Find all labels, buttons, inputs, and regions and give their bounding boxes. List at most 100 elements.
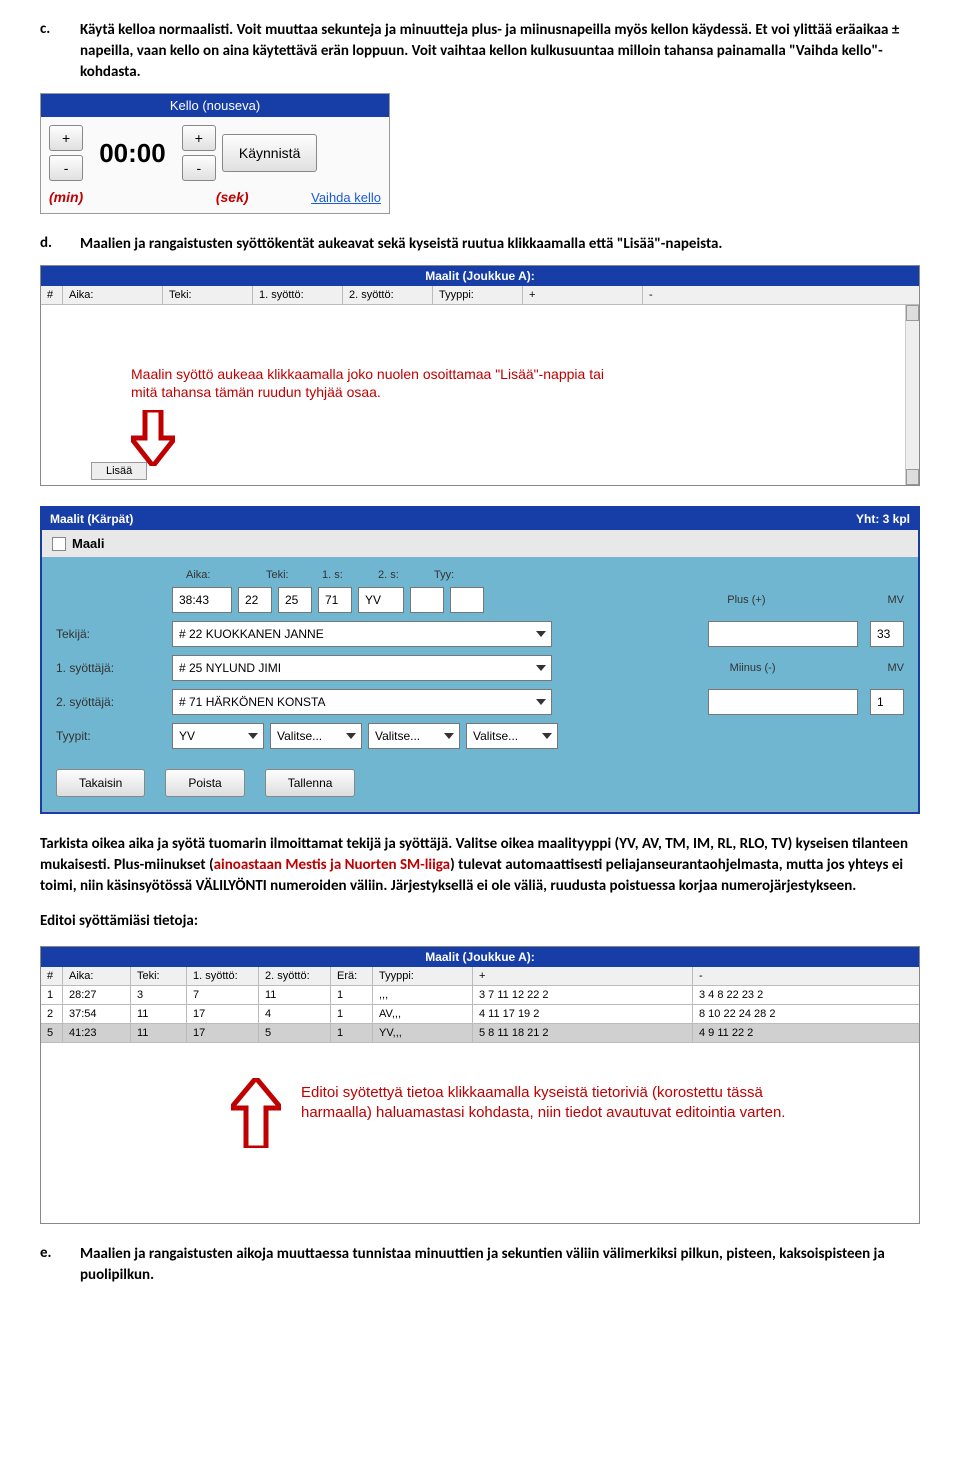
cell: ,,, [373, 986, 473, 1004]
right-block: Miinus (-) MV [730, 662, 904, 674]
min-plus-button[interactable]: + [49, 125, 83, 151]
mv-label: MV [888, 594, 905, 606]
cell: 5 [259, 1024, 331, 1042]
subwindow-header: Maali [42, 530, 918, 557]
tekija-select[interactable]: # 22 KUOKKANEN JANNE [172, 621, 552, 647]
mv2-input[interactable] [870, 689, 904, 715]
subwindow-title: Maali [72, 536, 105, 551]
col-2syotto: 2. syöttö: [343, 286, 433, 304]
form-row-tyypit: Tyypit: YV Valitse... Valitse... Valitse… [56, 723, 904, 749]
table-row[interactable]: 1 28:27 3 7 11 1 ,,, 3 7 11 12 22 2 3 4 … [41, 986, 919, 1005]
table-header-row: # Aika: Teki: 1. syöttö: 2. syöttö: Erä:… [41, 967, 919, 986]
col-aika: Aika: [63, 286, 163, 304]
start-button[interactable]: Käynnistä [222, 134, 317, 172]
cell: 3 7 11 12 22 2 [473, 986, 693, 1004]
s2-select[interactable]: # 71 HÄRKÖNEN KONSTA [172, 689, 552, 715]
head-1s: 1. s: [322, 569, 358, 581]
cell: 4 [259, 1005, 331, 1023]
s1-select[interactable]: # 25 NYLUND JIMI [172, 655, 552, 681]
tyy1-value: YV [179, 729, 195, 743]
vaihda-kello-link[interactable]: Vaihda kello [311, 190, 381, 205]
maali-form: Aika: Teki: 1. s: 2. s: Tyy: Plus (+) MV [42, 557, 918, 769]
sec-minus-button[interactable]: - [182, 155, 216, 181]
list-text: Maalien ja rangaistusten syöttökentät au… [80, 234, 920, 255]
editoi-heading: Editoi syöttämiäsi tietoja: [40, 911, 920, 932]
tyy4-value: Valitse... [473, 729, 518, 743]
plus-label: Plus (+) [727, 594, 765, 606]
time-display: 00:00 [89, 138, 176, 169]
cell: 5 8 11 18 21 2 [473, 1024, 693, 1042]
sec-plus-button[interactable]: + [182, 125, 216, 151]
col-era: Erä: [331, 967, 373, 985]
table-body-area: Editoi syötettyä tietoa klikkaamalla kys… [41, 1043, 919, 1223]
aika-input[interactable] [172, 587, 232, 613]
panel-title: Maalit (Joukkue A): [41, 947, 919, 967]
tyy1-select[interactable]: YV [172, 723, 264, 749]
teki-input[interactable] [238, 587, 272, 613]
col-1syotto: 1. syöttö: [253, 286, 343, 304]
tyy3-select[interactable]: Valitse... [368, 723, 460, 749]
blank1-input[interactable] [410, 587, 444, 613]
panel-title: Maalit (Joukkue A): [41, 266, 919, 286]
minus-input[interactable] [708, 689, 858, 715]
poista-button[interactable]: Poista [165, 769, 244, 797]
form-row-s1: 1. syöttäjä: # 25 NYLUND JIMI Miinus (-)… [56, 655, 904, 681]
tyy4-select[interactable]: Valitse... [466, 723, 558, 749]
col-plus: + [523, 286, 643, 304]
right-block [708, 689, 904, 715]
head-teki: Teki: [266, 569, 302, 581]
min-label: (min) [49, 189, 83, 205]
cell: 11 [259, 986, 331, 1004]
table-body-empty[interactable]: Maalin syöttö aukeaa klikkaamalla joko n… [41, 305, 919, 485]
right-block: Plus (+) MV [727, 594, 904, 606]
takaisin-button[interactable]: Takaisin [56, 769, 145, 797]
table-row-selected[interactable]: 5 41:23 11 17 5 1 YV,,, 5 8 11 18 21 2 4… [41, 1024, 919, 1043]
list-marker: d. [40, 234, 80, 255]
tyy-input[interactable] [358, 587, 404, 613]
kello-title: Kello (nouseva) [41, 94, 389, 117]
s1-input[interactable] [278, 587, 312, 613]
head-aika: Aika: [186, 569, 246, 581]
lisaa-button[interactable]: Lisää [91, 462, 147, 480]
min-minus-button[interactable]: - [49, 155, 83, 181]
hint-line2: mitä tahansa tämän ruudun tyhjää osaa. [131, 384, 381, 400]
sek-label: (sek) [216, 189, 249, 205]
kello-widget: Kello (nouseva) + - 00:00 + - Käynnistä … [40, 93, 390, 214]
minute-buttons: + - [49, 125, 83, 181]
cell: 5 [41, 1024, 63, 1042]
col-2syotto: 2. syöttö: [259, 967, 331, 985]
plus-input[interactable] [708, 621, 858, 647]
form-row-s2: 2. syöttäjä: # 71 HÄRKÖNEN KONSTA [56, 689, 904, 715]
cell: 8 10 22 24 28 2 [693, 1005, 919, 1023]
cell: 3 [131, 986, 187, 1004]
text-prefix: Maalien ja rangaistusten [80, 235, 236, 253]
cell: 1 [331, 986, 373, 1004]
scrollbar[interactable] [905, 305, 919, 485]
kello-footer: (min) (sek) Vaihda kello [41, 189, 389, 213]
editor-subpanel: Maali Aika: Teki: 1. s: 2. s: Tyy: Plu [42, 530, 918, 812]
tyy2-value: Valitse... [277, 729, 322, 743]
s1-value: # 25 NYLUND JIMI [179, 661, 281, 675]
s2-input[interactable] [318, 587, 352, 613]
mv-label-2: MV [888, 662, 905, 674]
col-tyyppi: Tyyppi: [433, 286, 523, 304]
tallenna-button[interactable]: Tallenna [265, 769, 356, 797]
tyy2-select[interactable]: Valitse... [270, 723, 362, 749]
col-num: # [41, 967, 63, 985]
col-teki: Teki: [163, 286, 253, 304]
doc-item-d: d. Maalien ja rangaistusten syöttökentät… [40, 234, 920, 255]
tekija-label: Tekijä: [56, 627, 166, 641]
blank2-input[interactable] [450, 587, 484, 613]
col-minus: - [643, 286, 919, 304]
hint-line1: Maalin syöttö aukeaa klikkaamalla joko n… [131, 366, 604, 382]
para-accent: ainoastaan Mestis ja Nuorten SM-liiga [214, 856, 450, 874]
cell: 41:23 [63, 1024, 131, 1042]
col-tyyppi: Tyyppi: [373, 967, 473, 985]
cell: AV,,, [373, 1005, 473, 1023]
edit-hint-text: Editoi syötettyä tietoa klikkaamalla kys… [301, 1083, 821, 1122]
table-row[interactable]: 2 37:54 11 17 4 1 AV,,, 4 11 17 19 2 8 1… [41, 1005, 919, 1024]
cell: 2 [41, 1005, 63, 1023]
arrow-down-icon [131, 410, 175, 466]
tyypit-label: Tyypit: [56, 729, 166, 743]
mv1-input[interactable] [870, 621, 904, 647]
